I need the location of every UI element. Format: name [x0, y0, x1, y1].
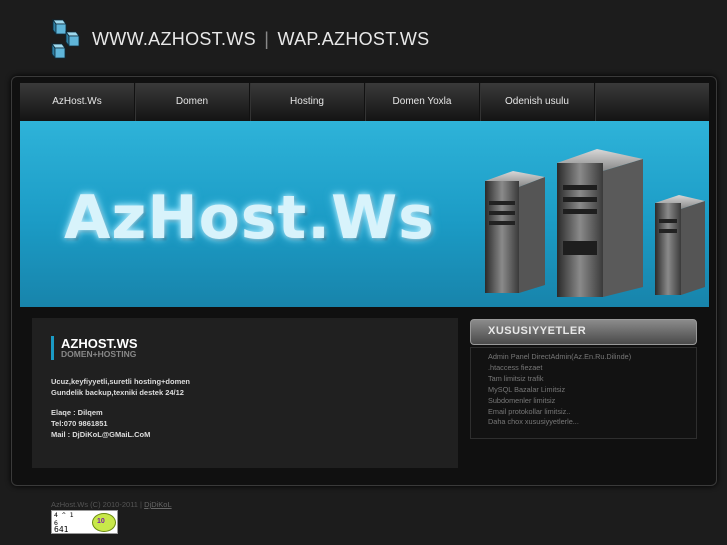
- feature-item: Email protokollar limitsiz..: [488, 406, 571, 416]
- nav-item-hosting[interactable]: Hosting: [250, 83, 365, 121]
- feature-item: Subdomenler limitsiz: [488, 395, 556, 405]
- contact-name: Elaqe : Dilqem: [51, 408, 103, 417]
- panel-subtitle: DOMEN+HOSTING: [61, 349, 137, 359]
- footer-copyright: AzHost.Ws (C) 2010-2011 | DjDiKoL: [51, 500, 172, 509]
- features-title: XUSUSIYYETLER: [488, 325, 587, 337]
- feature-item: Tam limitsiz trafik: [488, 373, 544, 383]
- nav-item-domen[interactable]: Domen: [135, 83, 250, 121]
- banner-logo-text: AzHost.Ws: [64, 183, 435, 253]
- about-panel: AZHOST.WS DOMEN+HOSTING Ucuz,keyfiyyetli…: [32, 318, 458, 468]
- feature-item: .htaccess fiezaet: [488, 362, 543, 372]
- contact-email: Mail : DjDiKoL@GMaiL.CoM: [51, 430, 151, 439]
- counter-total: 641: [54, 525, 69, 534]
- counter-logo-text: 10: [97, 518, 105, 525]
- nav-item-domen-yoxla[interactable]: Domen Yoxla: [365, 83, 480, 121]
- feature-item: MySQL Bazalar Limitsiz: [488, 384, 566, 394]
- contact-phone: Tel:070 9861851: [51, 419, 108, 428]
- author-link[interactable]: DjDiKoL: [144, 500, 172, 509]
- body-line-1: Ucuz,keyfiyyetli,suretli hosting+domen: [51, 377, 190, 386]
- domain-main: WWW.AZHOST.WS: [92, 29, 256, 49]
- title-accent-bar: [51, 336, 54, 360]
- counter-logo-icon: 10: [92, 513, 116, 532]
- servers-illustration-icon: [485, 149, 705, 297]
- copyright-text: AzHost.Ws (C) 2010-2011 |: [51, 500, 143, 509]
- features-header: XUSUSIYYETLER: [470, 319, 697, 345]
- feature-item: Admin Panel DirectAdmin(Az.En.Ru.Dilinde…: [488, 352, 632, 361]
- domain-wap: WAP.AZHOST.WS: [277, 29, 430, 49]
- main-nav: AzHost.Ws Domen Hosting Domen Yoxla Oden…: [20, 83, 709, 121]
- hero-banner: AzHost.Ws: [20, 121, 709, 307]
- nav-item-odenish-usulu[interactable]: Odenish usulu: [480, 83, 595, 121]
- nav-item-azhost[interactable]: AzHost.Ws: [20, 83, 135, 121]
- features-list: Admin Panel DirectAdmin(Az.En.Ru.Dilinde…: [488, 352, 631, 428]
- cubes-logo-icon: [51, 18, 80, 60]
- site-header: WWW.AZHOST.WS | WAP.AZHOST.WS: [0, 0, 727, 72]
- title-separator: |: [264, 29, 270, 49]
- panel-body: Ucuz,keyfiyyetli,suretli hosting+domen G…: [51, 376, 190, 440]
- visitor-counter[interactable]: 4 ^ 1 6 641 10: [51, 510, 118, 534]
- site-title: WWW.AZHOST.WS | WAP.AZHOST.WS: [92, 29, 429, 50]
- body-line-2: Gundelik backup,texniki destek 24/12: [51, 388, 184, 397]
- feature-item: Daha chox xususiyyetlerle...: [488, 417, 579, 427]
